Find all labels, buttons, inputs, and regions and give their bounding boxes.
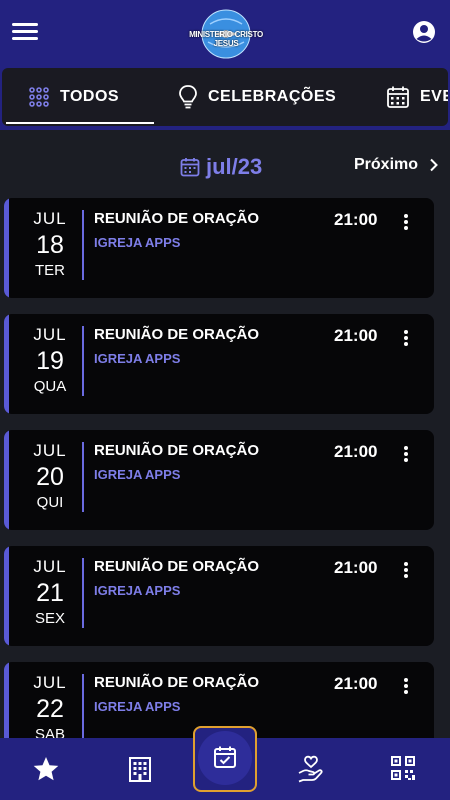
event-divider <box>82 558 84 628</box>
event-date: JUL 20 QUI <box>18 440 82 514</box>
event-weekday: QUA <box>33 378 67 395</box>
nav-donations[interactable] <box>296 754 326 784</box>
star-icon <box>33 757 59 781</box>
event-month: JUL <box>33 557 67 576</box>
building-icon <box>129 757 151 782</box>
event-divider <box>82 442 84 512</box>
event-time: 21:00 <box>334 210 378 229</box>
calendar-check-icon <box>214 746 236 768</box>
month-navigation: jul/23 Próximo <box>0 150 450 186</box>
bottom-navigation <box>0 726 450 800</box>
hand-heart-icon <box>298 755 323 783</box>
event-divider <box>82 326 84 396</box>
event-weekday: TER <box>35 262 65 279</box>
event-day: 21 <box>36 579 64 607</box>
nav-church[interactable] <box>125 754 155 784</box>
tab-eventos-label: EVE <box>420 88 448 105</box>
calendar-icon <box>387 86 409 108</box>
current-month: jul/23 <box>180 154 262 180</box>
event-weekday: QUI <box>36 494 64 511</box>
more-options-icon[interactable] <box>400 562 412 582</box>
event-month: JUL <box>33 209 67 228</box>
month-label: jul/23 <box>206 154 263 179</box>
more-options-icon[interactable] <box>400 446 412 466</box>
event-organizer: IGREJA APPS <box>94 235 181 250</box>
logo-text: MINISTERIO CRISTO JESUS <box>189 30 263 48</box>
tab-eventos[interactable]: EVE <box>386 68 448 126</box>
grid-dots-icon <box>29 87 49 107</box>
ministry-logo: MINISTERIO CRISTO JESUS <box>180 4 272 60</box>
calendar-icon <box>180 158 200 177</box>
event-title: REUNIÃO DE ORAÇÃO <box>94 442 260 459</box>
event-weekday: SEX <box>34 610 65 627</box>
nav-events-active[interactable] <box>193 726 257 792</box>
event-organizer: IGREJA APPS <box>94 351 181 366</box>
event-organizer: IGREJA APPS <box>94 467 181 482</box>
event-title: REUNIÃO DE ORAÇÃO <box>94 326 260 343</box>
event-date: JUL 19 QUA <box>18 324 82 398</box>
app-header: MINISTERIO CRISTO JESUS <box>0 0 450 64</box>
nav-events-highlight <box>198 731 252 785</box>
event-card[interactable]: JUL 19 QUA REUNIÃO DE ORAÇÃO IGREJA APPS… <box>4 314 434 414</box>
more-options-icon[interactable] <box>400 678 412 698</box>
event-title: REUNIÃO DE ORAÇÃO <box>94 558 260 575</box>
more-options-icon[interactable] <box>400 330 412 350</box>
event-time: 21:00 <box>334 442 378 461</box>
tab-celebracoes-label: CELEBRAÇÕES <box>208 88 337 105</box>
event-organizer: IGREJA APPS <box>94 583 181 598</box>
event-accent-bar <box>4 546 9 646</box>
event-day: 20 <box>36 463 64 491</box>
event-card[interactable]: JUL 20 QUI REUNIÃO DE ORAÇÃO IGREJA APPS… <box>4 430 434 530</box>
event-card[interactable]: JUL 21 SEX REUNIÃO DE ORAÇÃO IGREJA APPS… <box>4 546 434 646</box>
event-card[interactable]: JUL 18 TER REUNIÃO DE ORAÇÃO IGREJA APPS… <box>4 198 434 298</box>
next-month-button[interactable]: Próximo <box>354 156 442 174</box>
event-time: 21:00 <box>334 674 378 693</box>
event-month: JUL <box>33 441 67 460</box>
nav-qr-code[interactable] <box>389 754 419 784</box>
event-title: REUNIÃO DE ORAÇÃO <box>94 210 260 227</box>
chevron-right-icon <box>430 158 438 172</box>
event-title: REUNIÃO DE ORAÇÃO <box>94 674 260 691</box>
tab-todos[interactable]: TODOS <box>5 68 155 126</box>
nav-favorites[interactable] <box>31 754 61 784</box>
category-tabs-bar: TODOS CELEBRAÇÕES EVE <box>0 64 450 130</box>
tab-celebracoes[interactable]: CELEBRAÇÕES <box>178 68 336 126</box>
event-day: 18 <box>36 231 64 259</box>
category-tabs: TODOS CELEBRAÇÕES EVE <box>2 68 448 126</box>
next-month-label: Próximo <box>354 156 419 173</box>
event-month: JUL <box>33 325 67 344</box>
event-date: JUL 22 SAB <box>18 672 82 746</box>
account-circle-icon[interactable] <box>412 20 436 44</box>
event-divider <box>82 210 84 280</box>
tab-todos-label: TODOS <box>60 88 120 105</box>
event-date: JUL 18 TER <box>18 208 82 282</box>
event-accent-bar <box>4 198 9 298</box>
event-accent-bar <box>4 430 9 530</box>
event-organizer: IGREJA APPS <box>94 699 181 714</box>
lightbulb-icon <box>179 85 197 109</box>
event-time: 21:00 <box>334 326 378 345</box>
event-time: 21:00 <box>334 558 378 577</box>
event-accent-bar <box>4 314 9 414</box>
event-divider <box>82 674 84 744</box>
event-date: JUL 21 SEX <box>18 556 82 630</box>
qr-code-icon <box>391 756 415 780</box>
event-month: JUL <box>33 673 67 692</box>
event-day: 22 <box>36 695 64 723</box>
more-options-icon[interactable] <box>400 214 412 234</box>
hamburger-menu-icon[interactable] <box>12 20 40 44</box>
event-day: 19 <box>36 347 64 375</box>
